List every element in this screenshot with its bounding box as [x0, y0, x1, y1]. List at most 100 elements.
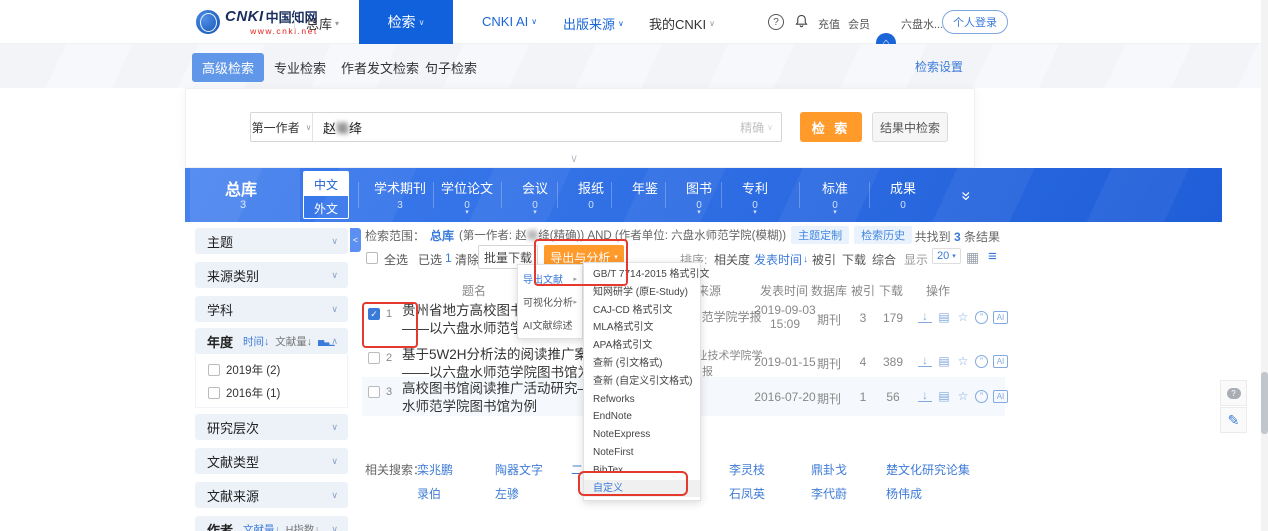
related-link[interactable]: 李代蔚 [811, 485, 847, 502]
format-cajcd[interactable]: CAJ-CD 格式引文 [584, 302, 700, 320]
format-chaxin-custom[interactable]: 查新 (自定义引文格式) [584, 373, 700, 391]
sidebar-section-doc-source[interactable]: 文献来源 ∨ [195, 482, 348, 508]
scope-value[interactable]: 总库 [430, 227, 454, 244]
tab-professional-search[interactable]: 专业检索 [274, 58, 326, 77]
edit-feedback-button[interactable]: ✎ [1220, 407, 1247, 433]
recharge-link[interactable]: 充值 [818, 16, 840, 32]
row-checkbox[interactable] [368, 386, 380, 398]
related-link[interactable]: 楚文化研究论集 [886, 461, 970, 478]
html-read-icon[interactable]: ▤ [937, 389, 951, 403]
nav-cnki-ai[interactable]: CNKI AI ∨ [482, 14, 537, 29]
format-mla[interactable]: MLA格式引文 [584, 319, 700, 337]
checkbox[interactable] [208, 364, 220, 376]
author-sort-h[interactable]: H指数↓ [286, 522, 320, 531]
search-input[interactable]: 赵瑜绛 [313, 118, 740, 137]
author-sort-count[interactable]: 文献量↓ [243, 522, 280, 531]
menu-item-ai-review[interactable]: AI文献综述 [518, 313, 582, 336]
personal-login-button[interactable]: 个人登录 [942, 10, 1008, 34]
db-tab-patent[interactable]: 专利 0 ▾ [723, 168, 787, 222]
col-header-download[interactable]: 下载 [879, 282, 903, 299]
html-read-icon[interactable]: ▤ [937, 310, 951, 324]
sidebar-collapse-handle[interactable]: < [350, 228, 361, 252]
sidebar-section-subject[interactable]: 主题 ∨ [195, 228, 348, 254]
select-all-label[interactable]: 全选 [384, 251, 408, 268]
related-link[interactable]: 栾兆鹏 [417, 461, 453, 478]
year-sort-count[interactable]: 文献量↓ [275, 334, 312, 349]
result-downloads[interactable]: 179 [877, 311, 909, 325]
sort-publish-date[interactable]: 发表时间 ↓ [754, 251, 808, 268]
col-header-date[interactable]: 发表时间 [760, 282, 808, 299]
help-icon[interactable]: ? [768, 14, 784, 30]
checkbox[interactable] [208, 387, 220, 399]
result-cited[interactable]: 3 [849, 311, 877, 325]
related-link[interactable]: 左骖 [495, 485, 519, 502]
subject-customize-badge[interactable]: 主题定制 [791, 226, 849, 244]
db-tab-thesis[interactable]: 学位论文 0 ▾ [435, 168, 499, 222]
sort-cited[interactable]: 被引 [812, 251, 836, 268]
ai-icon[interactable]: AI [993, 311, 1008, 324]
sidebar-section-source-type[interactable]: 来源类别 ∨ [195, 262, 348, 288]
match-mode-selector[interactable]: 精确 ∨ [740, 119, 781, 136]
download-icon[interactable]: ↓ [918, 390, 932, 402]
related-link[interactable]: 杨伟成 [886, 485, 922, 502]
cite-quote-icon[interactable]: ” [975, 390, 988, 403]
lang-chinese-tab[interactable]: 中文 [304, 172, 348, 196]
list-view-icon[interactable]: ≡ [988, 248, 997, 265]
result-downloads[interactable]: 389 [877, 355, 909, 369]
cnki-logo[interactable]: CNKI 中国知网 www.cnki.net [196, 7, 318, 36]
related-link[interactable]: 石凤英 [729, 485, 765, 502]
result-downloads[interactable]: 56 [877, 390, 909, 404]
format-cnki-estudy[interactable]: 知网研学 (原E-Study) [584, 284, 700, 302]
ai-icon[interactable]: AI [993, 390, 1008, 403]
search-in-results-button[interactable]: 结果中检索 [872, 112, 948, 142]
tab-author-search[interactable]: 作者发文检索 [341, 58, 419, 77]
nav-publish-source[interactable]: 出版来源 ∨ [563, 14, 624, 33]
format-refworks[interactable]: Refworks [584, 391, 700, 409]
format-endnote[interactable]: EndNote [584, 408, 700, 426]
sidebar-section-year[interactable]: 年度 时间↓ 文献量↓ ▅▃▁ ∧ [195, 328, 348, 354]
cite-quote-icon[interactable]: ” [975, 311, 988, 324]
search-settings-link[interactable]: 检索设置 [915, 58, 963, 75]
menu-item-visual-analysis[interactable]: 可视化分析 ▸ [518, 290, 582, 313]
result-cited[interactable]: 4 [849, 355, 877, 369]
sidebar-section-author[interactable]: 作者 文献量↓ H指数↓ ∨ [195, 516, 348, 531]
sort-download[interactable]: 下载 [842, 251, 866, 268]
lang-foreign-tab[interactable]: 外文 [304, 196, 348, 219]
db-tab-standard[interactable]: 标准 0 ▾ [803, 168, 867, 222]
favorite-star-icon[interactable]: ☆ [956, 310, 970, 324]
ai-icon[interactable]: AI [993, 355, 1008, 368]
format-notefirst[interactable]: NoteFirst [584, 444, 700, 462]
feedback-bubble-button[interactable]: ? [1220, 380, 1247, 406]
clear-selection-link[interactable]: 清除 [455, 251, 479, 268]
year-filter-2019[interactable]: 2019年 (2) [208, 362, 347, 378]
format-chaxin-citation[interactable]: 查新 (引文格式) [584, 355, 700, 373]
select-all-checkbox[interactable] [366, 252, 378, 264]
col-header-cited[interactable]: 被引 [851, 282, 875, 299]
expand-more-icon[interactable]: » [957, 191, 977, 198]
favorite-star-icon[interactable]: ☆ [956, 354, 970, 368]
tab-advanced-search[interactable]: 高级检索 [192, 53, 264, 82]
sidebar-section-doc-type[interactable]: 文献类型 ∨ [195, 448, 348, 474]
member-link[interactable]: 会员 [848, 16, 870, 32]
nav-my-cnki[interactable]: 我的CNKI ∨ [649, 14, 715, 33]
field-selector[interactable]: 第一作者 ∨ [251, 113, 313, 141]
download-icon[interactable]: ↓ [918, 311, 932, 323]
related-link[interactable]: 鼎卦戈 [811, 461, 847, 478]
format-noteexpress[interactable]: NoteExpress [584, 426, 700, 444]
nav-search[interactable]: 检索 ∨ [359, 0, 453, 44]
collapse-panel-chevron-icon[interactable]: ∨ [570, 152, 578, 165]
sort-overall[interactable]: 综合 [872, 251, 896, 268]
scrollbar-thumb[interactable] [1261, 372, 1268, 434]
year-sort-time[interactable]: 时间↓ [243, 334, 269, 349]
nav-zongku[interactable]: 总库 ▾ [306, 14, 339, 33]
related-link[interactable]: 陶器文字 [495, 461, 543, 478]
search-button[interactable]: 检 索 [800, 112, 862, 142]
sidebar-section-research-level[interactable]: 研究层次 ∨ [195, 414, 348, 440]
related-link[interactable]: 李灵枝 [729, 461, 765, 478]
scrollbar-track[interactable] [1261, 0, 1268, 531]
col-header-title[interactable]: 题名 [462, 282, 486, 299]
html-read-icon[interactable]: ▤ [937, 354, 951, 368]
download-icon[interactable]: ↓ [918, 355, 932, 367]
cite-quote-icon[interactable]: ” [975, 355, 988, 368]
col-header-db[interactable]: 数据库 [811, 282, 847, 299]
